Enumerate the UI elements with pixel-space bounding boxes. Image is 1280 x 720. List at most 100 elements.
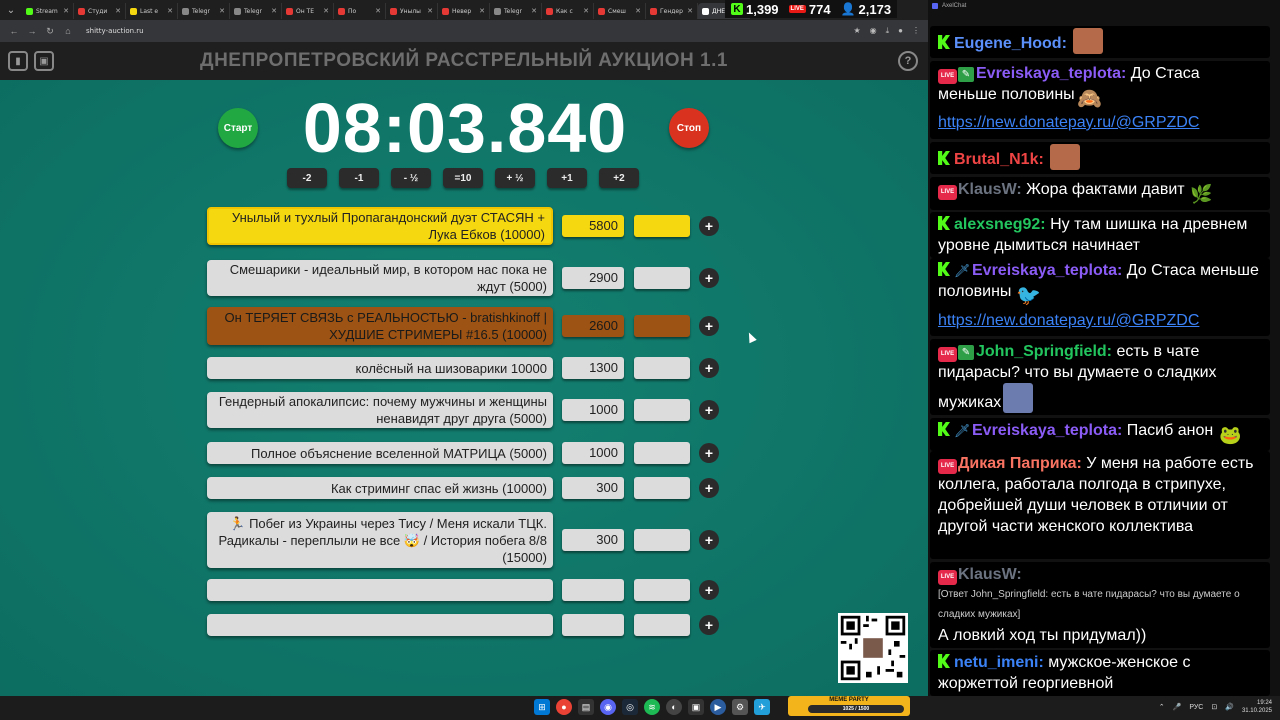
menu-icon[interactable]: ⋮ — [912, 26, 920, 36]
tab-close-icon[interactable]: ✕ — [63, 7, 69, 15]
chat-username[interactable]: John_Springfield: — [976, 343, 1112, 360]
lot-name-field[interactable] — [207, 614, 553, 636]
chat-username[interactable]: KlausW: — [958, 181, 1022, 198]
lot-add-amount-input[interactable] — [634, 529, 690, 551]
tab-close-icon[interactable]: ✕ — [219, 7, 225, 15]
lot-amount-field[interactable]: 300 — [562, 477, 624, 499]
lot-add-amount-input[interactable] — [634, 357, 690, 379]
bookmark-star-icon[interactable]: ★ — [853, 26, 860, 36]
lot-name-field[interactable] — [207, 579, 553, 601]
language-indicator[interactable]: РУС — [1189, 704, 1203, 711]
tab-close-icon[interactable]: ✕ — [271, 7, 277, 15]
lot-amount-field[interactable]: 5800 — [562, 215, 624, 237]
tab-search-icon[interactable]: ⌄ — [0, 0, 22, 20]
tab-close-icon[interactable]: ✕ — [531, 7, 537, 15]
reload-icon[interactable]: ↻ — [44, 26, 56, 37]
lot-add-amount-input[interactable] — [634, 399, 690, 421]
timer-adjust-button[interactable]: -2 — [287, 168, 327, 188]
chat-username[interactable]: KlausW: — [958, 566, 1022, 583]
back-icon[interactable]: ← — [8, 26, 20, 36]
lot-add-amount-input[interactable] — [634, 267, 690, 289]
url-field[interactable]: shitty-auction.ru — [86, 27, 144, 35]
lot-add-amount-input[interactable] — [634, 477, 690, 499]
clock[interactable]: 19:24 31.10.2025 — [1242, 699, 1272, 715]
lot-name-field[interactable]: Он ТЕРЯЕТ СВЯЗЬ с РЕАЛЬНОСТЬЮ - bratishk… — [207, 307, 553, 345]
lot-amount-field[interactable]: 2600 — [562, 315, 624, 337]
lot-add-button[interactable]: + — [699, 316, 719, 336]
lot-amount-field[interactable] — [562, 614, 624, 636]
home-icon[interactable]: ⌂ — [62, 26, 74, 36]
lot-amount-field[interactable] — [562, 579, 624, 601]
lot-amount-field[interactable]: 2900 — [562, 267, 624, 289]
browser-tab[interactable]: Stream ✕ — [22, 3, 74, 19]
media-player-icon[interactable]: ▶ — [710, 699, 726, 715]
lot-name-field[interactable]: колёсный на шизоварики 10000 — [207, 357, 553, 379]
lot-add-amount-input[interactable] — [634, 442, 690, 464]
browser-tab[interactable]: Студи ✕ — [74, 3, 126, 19]
tab-close-icon[interactable]: ✕ — [583, 7, 589, 15]
lot-amount-field[interactable]: 1300 — [562, 357, 624, 379]
lot-add-button[interactable]: + — [699, 580, 719, 600]
steam-icon[interactable]: ◎ — [622, 699, 638, 715]
windows-start-icon[interactable]: ⊞ — [534, 699, 550, 715]
explorer-icon[interactable]: ▤ — [578, 699, 594, 715]
telegram-icon[interactable]: ✈ — [754, 699, 770, 715]
lot-name-field[interactable]: Как стриминг спас ей жизнь (10000) — [207, 477, 553, 499]
tab-close-icon[interactable]: ✕ — [115, 7, 121, 15]
chat-username[interactable]: Eugene_Hood: — [954, 35, 1067, 52]
chat-username[interactable]: Evreiskaya_teplota: — [972, 422, 1122, 439]
lot-name-field[interactable]: Полное объяснение вселенной МАТРИЦА (500… — [207, 442, 553, 464]
browser-tab[interactable]: Telegr ✕ — [230, 3, 282, 19]
browser-tab[interactable]: Он ТЕ ✕ — [282, 3, 334, 19]
browser-tab[interactable]: Гендер ✕ — [646, 3, 698, 19]
lot-add-button[interactable]: + — [699, 216, 719, 236]
profile-icon[interactable]: ● — [898, 26, 903, 36]
lot-add-button[interactable]: + — [699, 478, 719, 498]
tab-close-icon[interactable]: ✕ — [635, 7, 641, 15]
microphone-icon[interactable]: 🎤 — [1173, 703, 1182, 711]
timer-adjust-button[interactable]: =10 — [443, 168, 483, 188]
chat-username[interactable]: Evreiskaya_teplota: — [976, 65, 1126, 82]
lot-amount-field[interactable]: 300 — [562, 529, 624, 551]
app-icon[interactable]: ▣ — [688, 699, 704, 715]
timer-adjust-button[interactable]: + ½ — [495, 168, 535, 188]
timer-adjust-button[interactable]: - ½ — [391, 168, 431, 188]
tab-close-icon[interactable]: ✕ — [427, 7, 433, 15]
lot-add-button[interactable]: + — [699, 615, 719, 635]
extension-icon[interactable]: ◉ — [870, 26, 877, 36]
timer-adjust-button[interactable]: -1 — [339, 168, 379, 188]
timer-adjust-button[interactable]: +2 — [599, 168, 639, 188]
lot-name-field[interactable]: Унылый и тухлый Пропагандонский дуэт СТА… — [207, 207, 553, 245]
browser-tab[interactable]: Last e ✕ — [126, 3, 178, 19]
chat-link[interactable]: https://new.donatepay.ru/@GRPZDC — [938, 312, 1199, 329]
download-icon[interactable]: ⤓ — [886, 26, 890, 36]
browser-tab[interactable]: Как с ✕ — [542, 3, 594, 19]
tab-close-icon[interactable]: ✕ — [167, 7, 173, 15]
lot-name-field[interactable]: Смешарики - идеальный мир, в котором нас… — [207, 260, 553, 296]
tray-chevron-icon[interactable]: ⌃ — [1159, 703, 1165, 711]
browser-tab[interactable]: Telegr ✕ — [490, 3, 542, 19]
lot-add-button[interactable]: + — [699, 530, 719, 550]
tab-close-icon[interactable]: ✕ — [323, 7, 329, 15]
forward-icon[interactable]: → — [26, 26, 38, 36]
chrome-icon[interactable]: ● — [556, 699, 572, 715]
help-icon[interactable]: ? — [898, 51, 918, 71]
browser-tab[interactable]: Невер ✕ — [438, 3, 490, 19]
lot-amount-field[interactable]: 1000 — [562, 399, 624, 421]
tab-close-icon[interactable]: ✕ — [375, 7, 381, 15]
browser-tab[interactable]: Смеш ✕ — [594, 3, 646, 19]
discord-icon[interactable]: ◉ — [600, 699, 616, 715]
spotify-icon[interactable]: ≋ — [644, 699, 660, 715]
browser-tab[interactable]: Унылы ✕ — [386, 3, 438, 19]
lot-add-amount-input[interactable] — [634, 614, 690, 636]
lot-add-button[interactable]: + — [699, 443, 719, 463]
network-icon[interactable]: ⊡ — [1211, 703, 1217, 711]
chat-username[interactable]: alexsneg92: — [954, 216, 1046, 233]
chat-username[interactable]: Brutal_N1k: — [954, 151, 1044, 168]
stop-button[interactable]: Стоп — [669, 108, 709, 148]
browser-tab[interactable]: Telegr ✕ — [178, 3, 230, 19]
chat-username[interactable]: netu_imeni: — [954, 654, 1044, 671]
chat-username[interactable]: Evreiskaya_teplota: — [972, 262, 1122, 279]
tab-close-icon[interactable]: ✕ — [687, 7, 693, 15]
chat-link[interactable]: https://new.donatepay.ru/@GRPZDC — [938, 114, 1199, 131]
